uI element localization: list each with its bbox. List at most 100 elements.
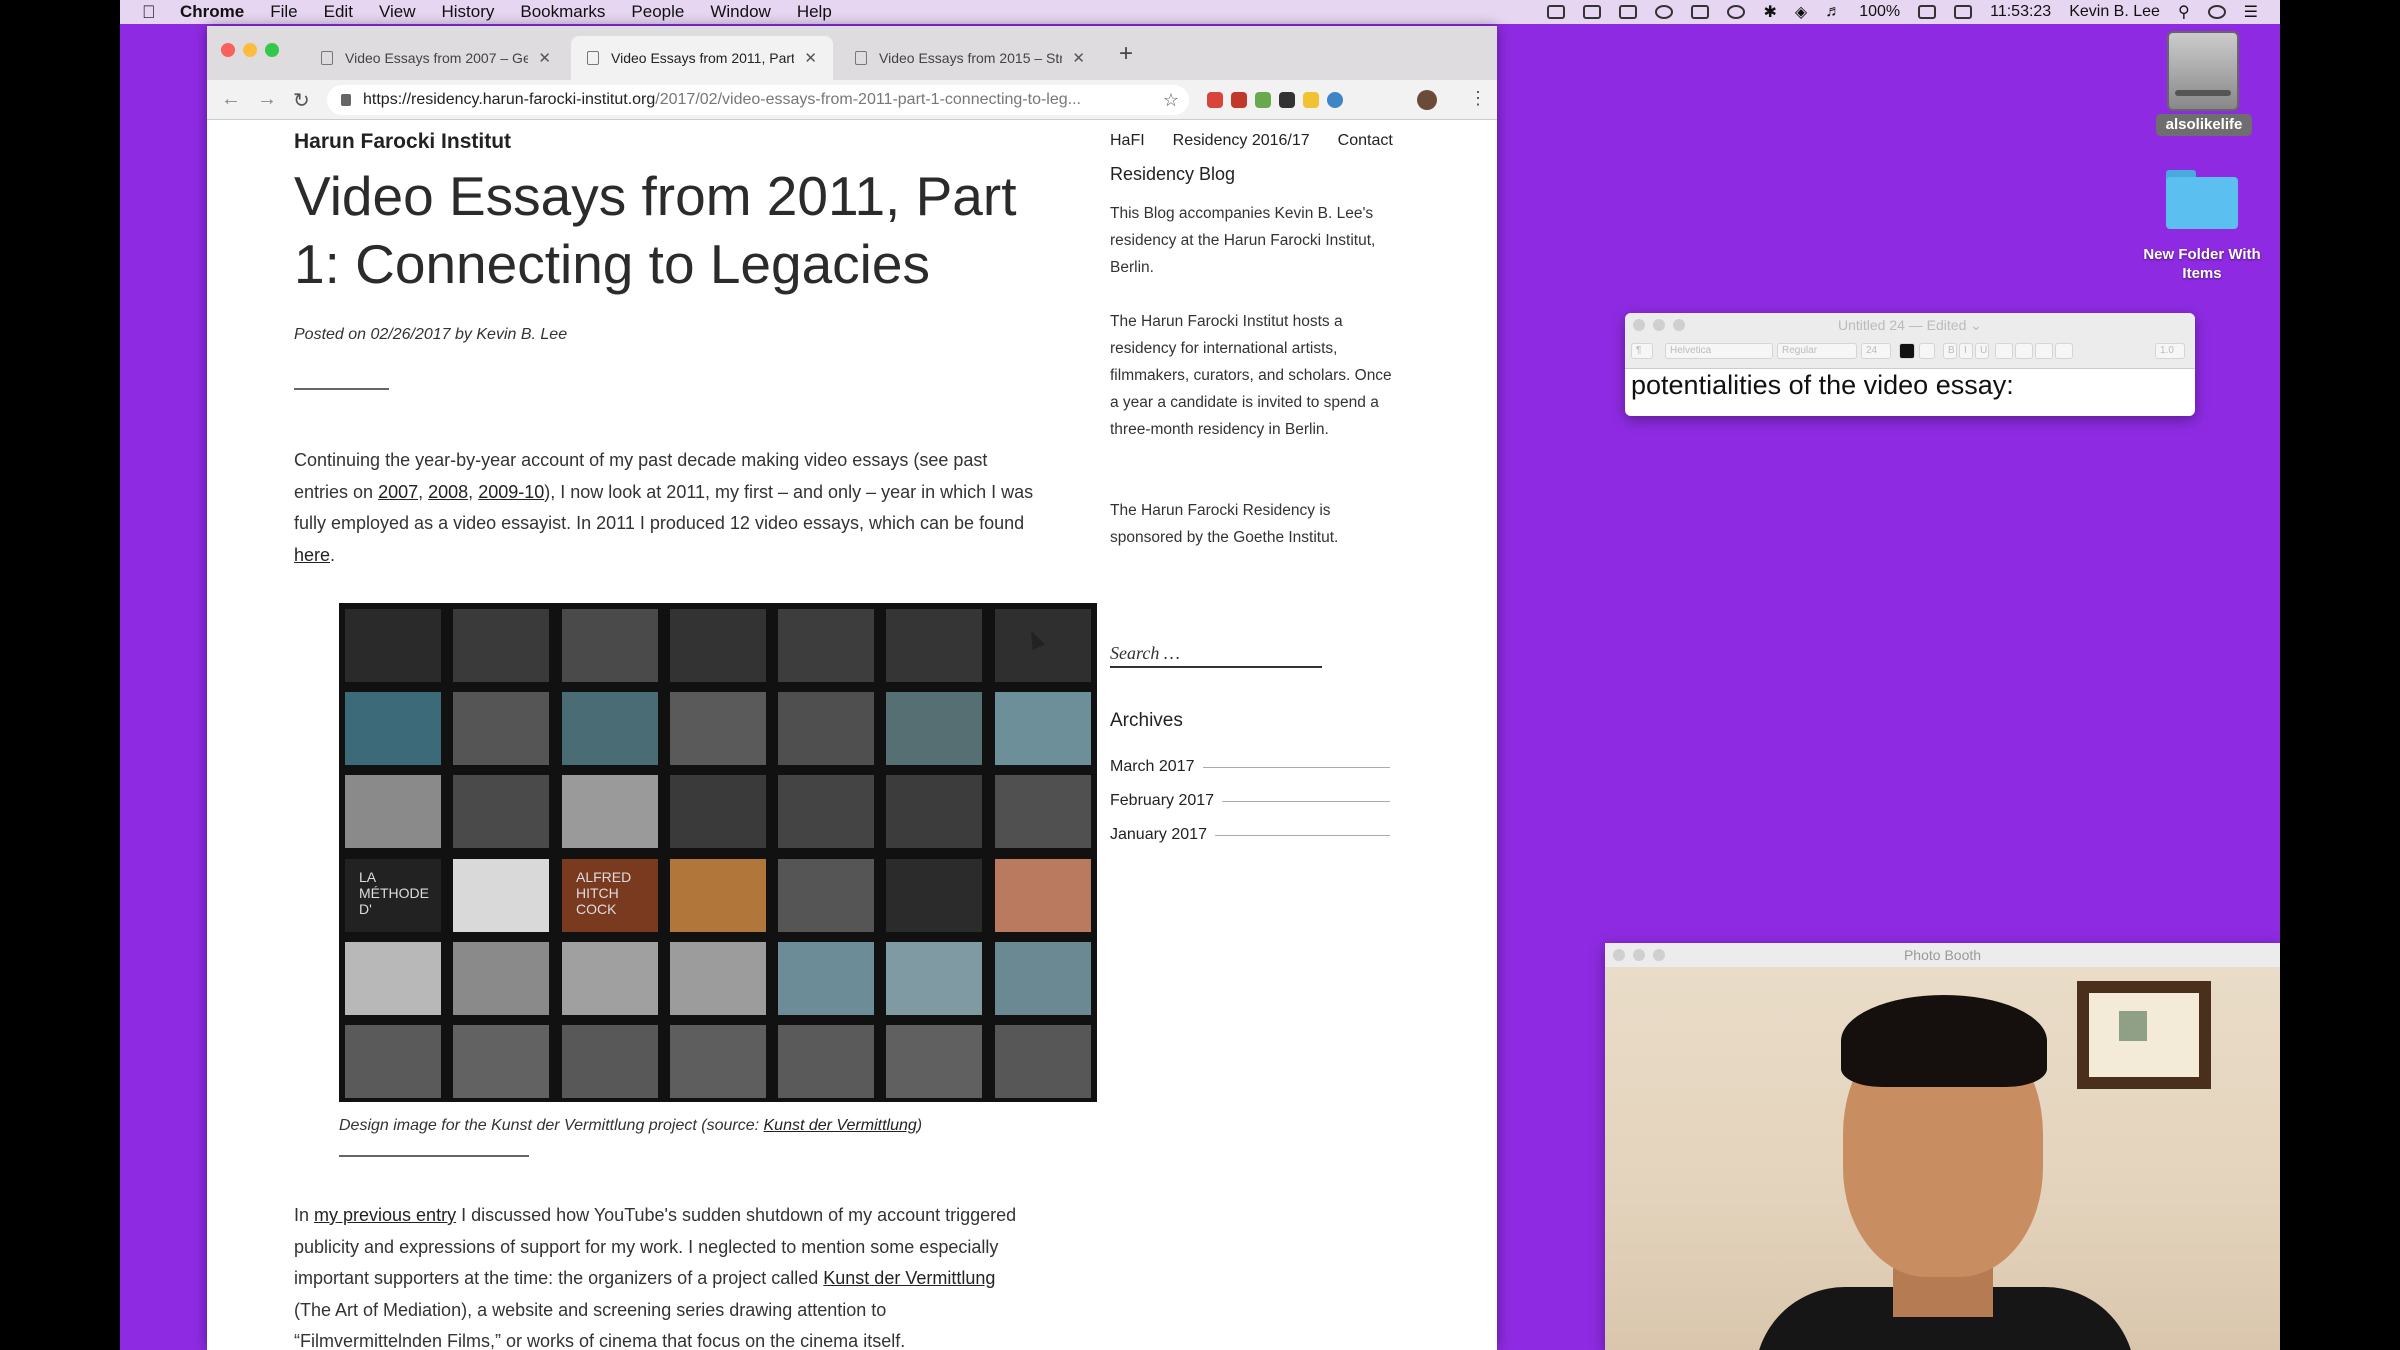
bluetooth-icon[interactable]: ✱ (1763, 2, 1776, 22)
post-title: Video Essays from 2011, Part 1: Connecti… (294, 165, 1017, 295)
extension-red-icon[interactable] (1207, 92, 1223, 108)
font-family-select[interactable]: Helvetica (1665, 343, 1773, 359)
battery-percent[interactable]: 100% (1859, 3, 1900, 21)
nav-residency[interactable]: Residency 2016/17 (1173, 132, 1310, 150)
reload-icon[interactable]: ↻ (293, 88, 310, 113)
folder-label[interactable]: New Folder With Items (2131, 245, 2273, 283)
extension-multicolor-icon[interactable] (1255, 92, 1271, 108)
line-spacing-select[interactable]: 1.0 (2155, 343, 2185, 359)
archive-link-march-2017[interactable]: March 2017 (1110, 758, 1390, 776)
apple-menu-icon[interactable]:  (142, 3, 160, 21)
wall-picture-frame (2077, 981, 2211, 1089)
align-center-icon[interactable] (2015, 343, 2033, 359)
profile-avatar[interactable] (1417, 90, 1437, 110)
url-host: https://residency.harun-farocki-institut… (363, 91, 656, 108)
film-still-thumbnail (778, 692, 874, 765)
forward-icon[interactable]: → (257, 88, 277, 111)
airplay-icon[interactable] (1691, 5, 1710, 19)
align-justify-icon[interactable] (2055, 343, 2073, 359)
font-size-select[interactable]: 24 (1861, 343, 1891, 359)
close-window-button[interactable] (221, 43, 235, 57)
screen-record-icon[interactable] (1547, 5, 1566, 19)
search-input[interactable] (1110, 640, 1322, 668)
menu-history[interactable]: History (441, 2, 494, 22)
align-left-icon[interactable] (1995, 343, 2013, 359)
pocket-icon[interactable] (1279, 92, 1295, 108)
highlight-color-icon[interactable] (1919, 343, 1935, 359)
link-kunst-der-vermittlung[interactable]: Kunst der Vermittlung (823, 1268, 995, 1288)
menu-app-name[interactable]: Chrome (180, 2, 244, 22)
menubar-user[interactable]: Kevin B. Lee (2069, 3, 2160, 21)
tab-video-essays-2011[interactable]: Video Essays from 2011, Part 1 ✕ (571, 36, 833, 80)
close-tab-icon[interactable]: ✕ (538, 49, 551, 67)
person-hair (1841, 995, 2047, 1087)
film-still-thumbnail (778, 1025, 874, 1098)
new-tab-button[interactable]: + (1119, 40, 1133, 68)
notification-center-icon[interactable]: ☰ (2244, 2, 2258, 22)
close-tab-icon[interactable]: ✕ (804, 49, 817, 67)
menu-help[interactable]: Help (797, 2, 832, 22)
chrome-menu-icon[interactable]: ⋮ (1469, 88, 1487, 109)
bookmark-star-icon[interactable]: ☆ (1163, 90, 1179, 111)
film-still-thumbnail (886, 1025, 982, 1098)
hard-drive-label[interactable]: alsolikelife (2156, 114, 2252, 136)
link-here[interactable]: here (294, 545, 330, 565)
siri-icon[interactable] (2207, 5, 2226, 19)
minimize-window-button[interactable] (243, 43, 257, 57)
address-bar[interactable]: https://residency.harun-farocki-institut… (327, 85, 1189, 115)
folder-icon[interactable] (2166, 177, 2238, 229)
archive-link-february-2017[interactable]: February 2017 (1110, 792, 1390, 810)
wifi-icon[interactable]: ◈ (1795, 2, 1807, 22)
film-still-thumbnail (453, 859, 549, 932)
spotlight-search-icon[interactable]: ⚲ (2178, 2, 2190, 22)
paragraph-style-select[interactable]: ¶ (1631, 343, 1653, 359)
hard-drive-icon[interactable] (2167, 31, 2239, 111)
zoom-window-button[interactable] (265, 43, 279, 57)
link-2008[interactable]: 2008 (428, 482, 468, 502)
dropbox-icon[interactable] (1583, 5, 1602, 19)
link-2007[interactable]: 2007 (378, 482, 418, 502)
nav-hafi[interactable]: HaFI (1110, 132, 1145, 150)
close-tab-icon[interactable]: ✕ (1072, 49, 1085, 67)
display-icon[interactable] (1619, 5, 1638, 19)
archive-link-january-2017[interactable]: January 2017 (1110, 826, 1390, 844)
input-flag-icon[interactable] (1954, 5, 1973, 19)
film-still-thumbnail (778, 609, 874, 682)
bold-button[interactable]: B (1943, 343, 1957, 359)
sidebar-text: The Harun Farocki Institut hosts a resid… (1110, 313, 1392, 438)
tab-video-essays-2007[interactable]: Video Essays from 2007 – Getti ✕ (305, 36, 567, 80)
font-style-select[interactable]: Regular (1777, 343, 1857, 359)
back-icon[interactable]: ← (221, 88, 241, 111)
chrome-window: Video Essays from 2007 – Getti ✕ Video E… (207, 26, 1497, 1350)
battery-icon[interactable] (1918, 5, 1937, 19)
underline-button[interactable]: U (1975, 343, 1989, 359)
extension-yellow-icon[interactable] (1303, 92, 1319, 108)
menu-view[interactable]: View (379, 2, 416, 22)
site-title[interactable]: Harun Farocki Institut (294, 130, 511, 154)
tab-video-essays-2015[interactable]: Video Essays from 2015 – Stru ✕ (839, 36, 1101, 80)
post-byline: Posted on 02/26/2017 by Kevin B. Lee (294, 326, 568, 343)
adblock-icon[interactable] (1231, 92, 1247, 108)
menu-edit[interactable]: Edit (324, 2, 353, 22)
link-previous-entry[interactable]: my previous entry (314, 1205, 456, 1225)
link-2009-10[interactable]: 2009-10 (478, 482, 544, 502)
menu-file[interactable]: File (270, 2, 297, 22)
film-still-thumbnail (670, 942, 766, 1015)
italic-button[interactable]: I (1959, 343, 1973, 359)
textedit-content[interactable]: potentialities of the video essay: (1631, 370, 2014, 401)
text-color-swatch[interactable] (1899, 343, 1915, 359)
extension-blue-icon[interactable] (1327, 92, 1343, 108)
menu-people[interactable]: People (631, 2, 684, 22)
nav-contact[interactable]: Contact (1338, 132, 1393, 150)
volume-icon[interactable]: ♬ (1825, 3, 1841, 21)
sidebar-text: This Blog accompanies Kevin B. Lee's res… (1110, 205, 1376, 276)
align-right-icon[interactable] (2035, 343, 2053, 359)
site-nav: HaFI Residency 2016/17 Contact (1110, 132, 1393, 150)
time-machine-icon[interactable] (1727, 5, 1746, 19)
creative-cloud-icon[interactable] (1655, 5, 1674, 19)
menu-window[interactable]: Window (710, 2, 770, 22)
film-still-thumbnail (453, 775, 549, 848)
menubar-clock[interactable]: 11:53:23 (1990, 3, 2051, 21)
caption-source-link[interactable]: Kunst der Vermittlung (764, 1117, 917, 1134)
menu-bookmarks[interactable]: Bookmarks (520, 2, 605, 22)
